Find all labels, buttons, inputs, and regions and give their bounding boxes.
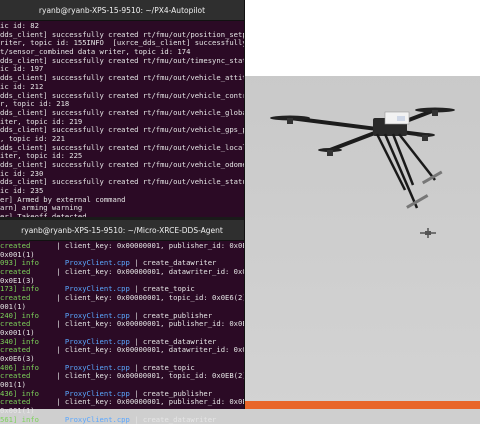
agent-terminal-title: ryanb@ryanb-XPS-15-9510: ~/Micro-XRCE-DD… xyxy=(0,220,244,241)
log-message: | client_key: 0x00000001, topic_id: 0x0E… xyxy=(56,371,244,381)
log-message: | create_datawriter xyxy=(134,414,217,424)
log-level: created xyxy=(0,241,31,250)
log-message: | client_key: 0x00000001, publisher_id: … xyxy=(56,397,244,407)
log-message: 0x001(1) xyxy=(0,406,35,416)
agent-terminal[interactable]: ryanb@ryanb-XPS-15-9510: ~/Micro-XRCE-DD… xyxy=(0,220,244,424)
px4-terminal[interactable]: ryanb@ryanb-XPS-15-9510: ~/PX4-Autopilot… xyxy=(0,0,244,221)
log-level: created xyxy=(0,319,31,329)
px4-terminal-output[interactable]: ic id: 82 dds_client] successfully create… xyxy=(0,21,244,222)
terminal-line: created | client_key: 0x00000001, topic_… xyxy=(0,371,244,381)
log-message: | create_datawriter xyxy=(134,258,217,268)
log-message: | create_topic xyxy=(134,362,195,372)
log-message: | client_key: 0x00000001, publisher_id: … xyxy=(56,319,244,329)
source-file: ProxyClient.cpp xyxy=(64,414,130,424)
log-message: 001(1) xyxy=(0,301,26,311)
small-drone-icon xyxy=(420,228,436,238)
log-message: | client_key: 0x00000001, datawriter_id:… xyxy=(56,345,244,355)
log-message: | create_datawriter xyxy=(134,336,217,346)
log-message: 0x0E6(3) xyxy=(0,353,35,363)
log-message: 0x001(1) xyxy=(0,249,35,259)
source-file: ProxyClient.cpp xyxy=(64,310,130,320)
log-level: created xyxy=(0,371,31,381)
log-message: | create_publisher xyxy=(134,388,213,398)
drone-icon xyxy=(270,107,455,209)
terminal-line: created | client_key: 0x00000001, publis… xyxy=(0,398,244,407)
px4-terminal-title: ryanb@ryanb-XPS-15-9510: ~/PX4-Autopilot xyxy=(0,0,244,21)
log-level: 561] info xyxy=(0,414,39,424)
log-message: | client_key: 0x00000001, datawriter_id:… xyxy=(56,267,244,277)
log-level: created xyxy=(0,293,31,303)
source-file: ProxyClient.cpp xyxy=(64,388,130,398)
log-level: created xyxy=(0,345,31,355)
log-message: | client_key: 0x00000001, topic_id: 0x0E… xyxy=(56,293,244,303)
log-level: created xyxy=(0,397,31,407)
log-message: | create_topic xyxy=(134,284,195,294)
log-level: 436] info xyxy=(0,388,39,398)
log-level: 093] info xyxy=(0,258,39,268)
log-level: 173] info xyxy=(0,284,39,294)
simulation-viewport[interactable] xyxy=(245,0,480,409)
log-level: created xyxy=(0,267,31,277)
log-message: | create_publisher xyxy=(134,310,213,320)
terminal-line: created | client_key: 0x00000001, publis… xyxy=(0,319,244,329)
simulation-bottom-orange xyxy=(245,401,480,409)
log-message: 001(1) xyxy=(0,380,26,389)
log-message: 0x001(1) xyxy=(0,327,35,337)
log-message: 0x0E1(3) xyxy=(0,275,35,285)
terminal-line: created | client_key: 0x00000001, datawr… xyxy=(0,345,244,355)
log-level: 240] info xyxy=(0,310,39,320)
source-file: ProxyClient.cpp xyxy=(64,362,130,372)
window-divider xyxy=(244,0,245,409)
terminal-line: created | client_key: 0x00000001, topic_… xyxy=(0,293,244,303)
terminal-line: 561] info ProxyClient.cpp | create_dataw… xyxy=(0,414,244,424)
log-level: 406] info xyxy=(0,362,39,372)
log-level: 340] info xyxy=(0,336,39,346)
source-file: ProxyClient.cpp xyxy=(64,336,130,346)
log-message: | client_key: 0x00000001, publisher_id: … xyxy=(56,241,244,250)
source-file: ProxyClient.cpp xyxy=(64,258,130,268)
source-file: ProxyClient.cpp xyxy=(64,284,130,294)
terminal-line: created | client_key: 0x00000001, datawr… xyxy=(0,267,244,277)
agent-terminal-output[interactable]: created | client_key: 0x00000001, publis… xyxy=(0,241,244,424)
terminal-line: created | client_key: 0x00000001, publis… xyxy=(0,241,244,251)
